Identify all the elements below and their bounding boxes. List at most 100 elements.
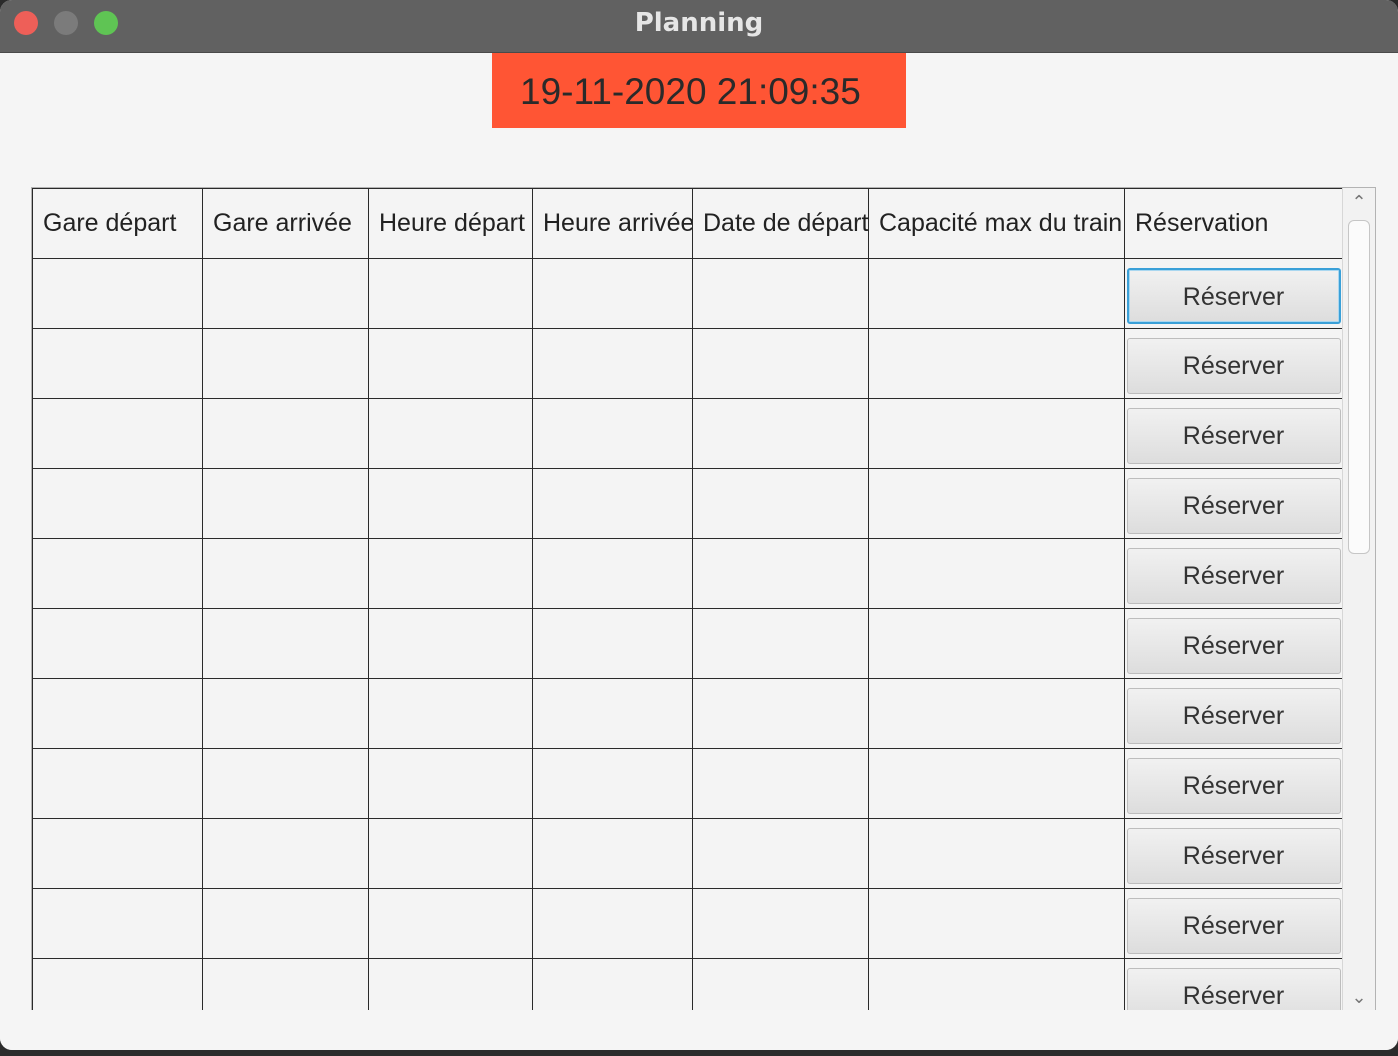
table-cell[interactable] <box>32 678 203 749</box>
planning-window: Planning 19-11-2020 21:09:35 Gare départ… <box>0 0 1398 1050</box>
table-cell[interactable] <box>868 608 1125 679</box>
table-cell[interactable] <box>868 888 1125 959</box>
table-cell[interactable] <box>692 468 869 539</box>
table-cell[interactable] <box>692 608 869 679</box>
table-cell[interactable] <box>692 818 869 889</box>
chevron-down-icon[interactable]: ⌄ <box>1343 985 1375 1009</box>
column-header-reservation[interactable]: Réservation <box>1124 188 1343 259</box>
table-cell[interactable] <box>368 258 533 329</box>
table-cell[interactable] <box>368 608 533 679</box>
table-cell[interactable] <box>532 608 693 679</box>
vertical-scrollbar[interactable]: ⌃ ⌄ <box>1342 188 1375 1011</box>
table-cell[interactable] <box>368 748 533 819</box>
table-cell[interactable] <box>692 398 869 469</box>
table-cell: Réserver <box>1124 818 1343 889</box>
table-cell[interactable] <box>868 328 1125 399</box>
table-cell[interactable] <box>32 538 203 609</box>
reserve-button[interactable]: Réserver <box>1126 407 1341 464</box>
table-cell[interactable] <box>368 678 533 749</box>
table-cell[interactable] <box>368 398 533 469</box>
reserve-button[interactable]: Réserver <box>1126 827 1341 884</box>
column-header-date-depart[interactable]: Date de départ <box>692 188 869 259</box>
table-cell[interactable] <box>532 818 693 889</box>
table-cell[interactable] <box>32 608 203 679</box>
table-cell[interactable] <box>202 258 369 329</box>
table-cell[interactable] <box>532 398 693 469</box>
column-header-heure-arrivee[interactable]: Heure arrivée <box>532 188 693 259</box>
table-row: Réserver <box>32 818 1343 889</box>
reserve-button[interactable]: Réserver <box>1126 267 1341 324</box>
table-cell[interactable] <box>532 328 693 399</box>
table-cell[interactable] <box>868 678 1125 749</box>
column-header-capacite-max[interactable]: Capacité max du train <box>868 188 1125 259</box>
table-cell: Réserver <box>1124 398 1343 469</box>
reserve-button[interactable]: Réserver <box>1126 687 1341 744</box>
column-header-gare-arrivee[interactable]: Gare arrivée <box>202 188 369 259</box>
table-cell[interactable] <box>532 958 693 1011</box>
table-cell[interactable] <box>868 748 1125 819</box>
chevron-up-icon[interactable]: ⌃ <box>1343 190 1375 214</box>
table-cell[interactable] <box>868 258 1125 329</box>
table-cell[interactable] <box>202 678 369 749</box>
clock-banner: 19-11-2020 21:09:35 <box>492 53 906 128</box>
table-row: Réserver <box>32 678 1343 749</box>
table-cell[interactable] <box>368 818 533 889</box>
table-cell[interactable] <box>692 888 869 959</box>
table-cell[interactable] <box>32 888 203 959</box>
reserve-button[interactable]: Réserver <box>1126 477 1341 534</box>
reserve-button[interactable]: Réserver <box>1126 967 1341 1011</box>
table-cell[interactable] <box>868 818 1125 889</box>
table-cell[interactable] <box>692 538 869 609</box>
table-cell[interactable] <box>868 398 1125 469</box>
table-cell[interactable] <box>868 958 1125 1011</box>
table-cell[interactable] <box>202 748 369 819</box>
table-cell[interactable] <box>202 888 369 959</box>
table-cell[interactable] <box>202 818 369 889</box>
scrollbar-thumb[interactable] <box>1348 220 1370 554</box>
table-cell[interactable] <box>32 258 203 329</box>
table-cell[interactable] <box>532 538 693 609</box>
reserve-button[interactable]: Réserver <box>1126 617 1341 674</box>
table-cell: Réserver <box>1124 748 1343 819</box>
table-row: Réserver <box>32 958 1343 1011</box>
table-cell[interactable] <box>32 468 203 539</box>
reserve-button[interactable]: Réserver <box>1126 757 1341 814</box>
table-cell[interactable] <box>692 748 869 819</box>
table-cell[interactable] <box>202 608 369 679</box>
table-cell[interactable] <box>532 468 693 539</box>
table-cell[interactable] <box>868 538 1125 609</box>
reserve-button[interactable]: Réserver <box>1126 897 1341 954</box>
table-cell[interactable] <box>32 328 203 399</box>
table-cell[interactable] <box>32 958 203 1011</box>
window-title: Planning <box>634 8 764 38</box>
table-cell[interactable] <box>368 958 533 1011</box>
table-cell[interactable] <box>32 818 203 889</box>
table-cell[interactable] <box>202 958 369 1011</box>
table-cell[interactable] <box>202 328 369 399</box>
table-cell[interactable] <box>32 398 203 469</box>
column-header-gare-depart[interactable]: Gare départ <box>32 188 203 259</box>
table-cell[interactable] <box>368 888 533 959</box>
column-header-heure-depart[interactable]: Heure départ <box>368 188 533 259</box>
table-cell[interactable] <box>532 678 693 749</box>
table-cell[interactable] <box>368 468 533 539</box>
table-cell[interactable] <box>692 958 869 1011</box>
table-cell: Réserver <box>1124 958 1343 1011</box>
table-cell[interactable] <box>202 398 369 469</box>
table-cell[interactable] <box>692 328 869 399</box>
table-cell[interactable] <box>532 888 693 959</box>
table-cell[interactable] <box>202 538 369 609</box>
reserve-button[interactable]: Réserver <box>1126 547 1341 604</box>
table-cell[interactable] <box>32 748 203 819</box>
table-cell[interactable] <box>692 678 869 749</box>
table-cell[interactable] <box>202 468 369 539</box>
table-cell[interactable] <box>532 258 693 329</box>
table-cell: Réserver <box>1124 678 1343 749</box>
table-cell[interactable] <box>368 538 533 609</box>
table-cell[interactable] <box>868 468 1125 539</box>
planning-grid: Gare départ Gare arrivée Heure départ He… <box>32 188 1343 1011</box>
table-cell[interactable] <box>692 258 869 329</box>
table-cell[interactable] <box>532 748 693 819</box>
reserve-button[interactable]: Réserver <box>1126 337 1341 394</box>
table-cell[interactable] <box>368 328 533 399</box>
